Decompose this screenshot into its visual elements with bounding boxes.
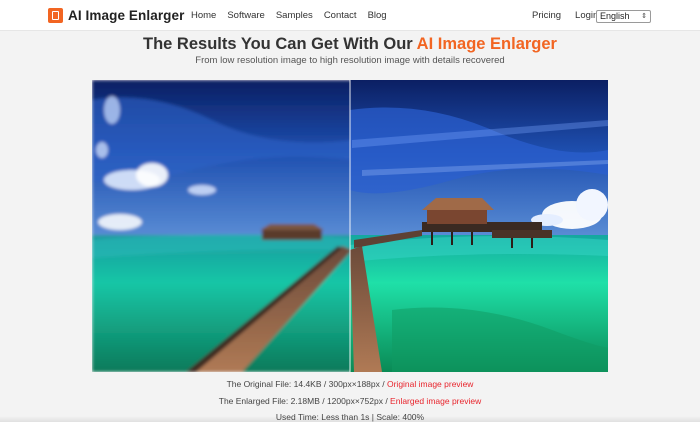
language-value: English (600, 11, 630, 21)
language-select[interactable]: English ⇕ (596, 10, 651, 23)
logo-text: AI Image Enlarger (68, 8, 185, 23)
nav-home-link[interactable]: Home (191, 10, 216, 21)
bottom-shadow (0, 416, 700, 422)
nav-contact-link[interactable]: Contact (324, 10, 357, 21)
top-navbar: AI Image Enlarger Home Software Samples … (0, 0, 700, 31)
enlarged-file-info: The Enlarged File: 2.18MB / 1200px×752px… (0, 396, 700, 406)
original-file-label: The Original File: 14.4KB / 300px×188px … (226, 379, 387, 389)
logo-icon (48, 8, 63, 23)
page-subtitle: From low resolution image to high resolu… (195, 55, 505, 66)
page-title: The Results You Can Get With Our AI Imag… (0, 35, 700, 54)
enlarged-preview-link[interactable]: Enlarged image preview (390, 396, 481, 406)
main-nav: Home Software Samples Contact Blog (191, 10, 398, 21)
original-file-info: The Original File: 14.4KB / 300px×188px … (0, 379, 700, 389)
logo[interactable]: AI Image Enlarger (48, 8, 185, 23)
title-highlight: AI Image Enlarger (416, 35, 557, 53)
select-arrows-icon: ⇕ (641, 13, 647, 20)
pricing-link[interactable]: Pricing (532, 10, 561, 21)
nav-blog-link[interactable]: Blog (368, 10, 387, 21)
nav-samples-link[interactable]: Samples (276, 10, 313, 21)
title-prefix: The Results You Can Get With Our (143, 35, 417, 53)
comparison-image (92, 80, 608, 372)
login-link[interactable]: Login (575, 10, 598, 21)
before-after-comparison[interactable] (92, 80, 608, 372)
original-preview-link[interactable]: Original image preview (387, 379, 473, 389)
nav-software-link[interactable]: Software (227, 10, 265, 21)
enlarged-file-label: The Enlarged File: 2.18MB / 1200px×752px… (218, 396, 391, 406)
